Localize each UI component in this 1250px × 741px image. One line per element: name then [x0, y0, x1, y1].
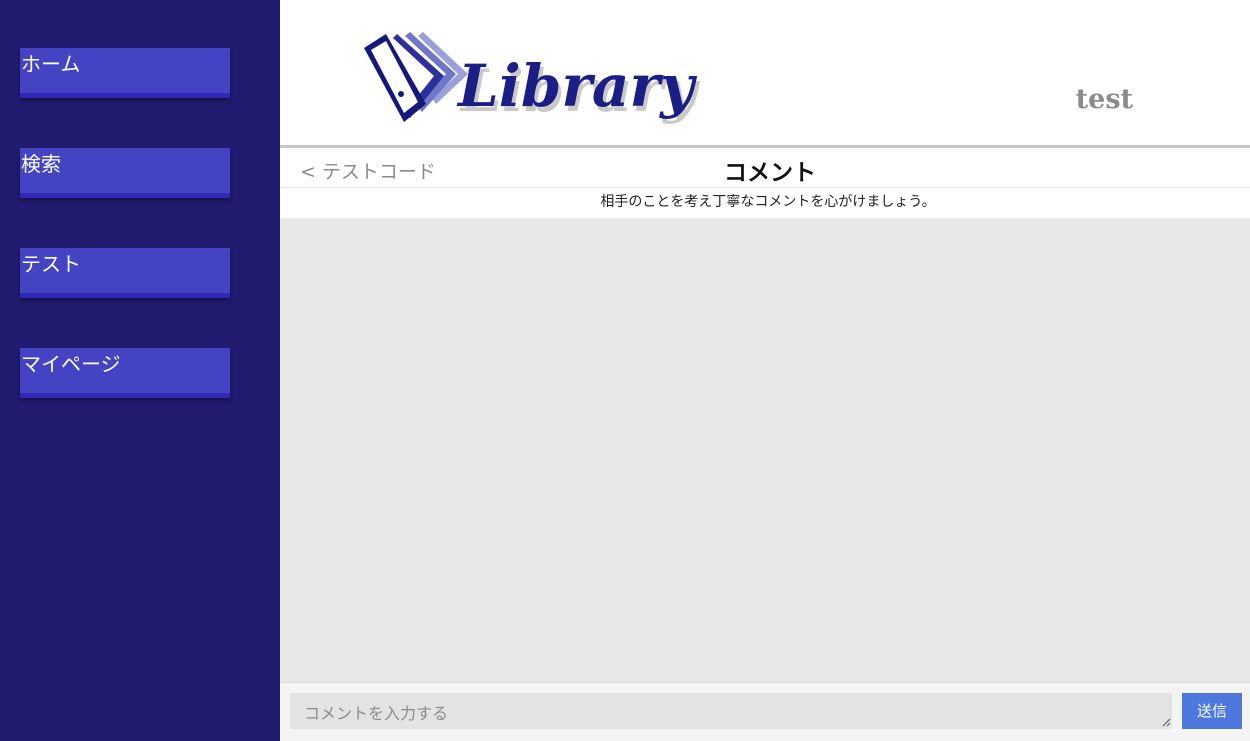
comment-input[interactable]: [290, 693, 1172, 729]
logo-text: Library: [456, 52, 698, 120]
page-title: コメント: [724, 160, 816, 186]
sidebar-item-label: マイページ: [21, 352, 121, 376]
comment-toolbar: < テストコード コメント: [280, 148, 1250, 188]
send-button[interactable]: 送信: [1182, 693, 1242, 729]
comment-form: 送信: [280, 682, 1250, 741]
resize-handle-icon[interactable]: [1162, 718, 1171, 727]
page-header: Library Library test: [280, 0, 1250, 145]
sidebar-item-search[interactable]: 検索: [20, 148, 230, 198]
sidebar-item-label: 検索: [21, 152, 61, 176]
sidebar-item-test[interactable]: テスト: [20, 248, 230, 298]
book-pages-icon: [364, 32, 468, 122]
library-logo[interactable]: Library Library: [360, 26, 710, 130]
sidebar-item-home[interactable]: ホーム: [20, 48, 230, 98]
sidebar-item-mypage[interactable]: マイページ: [20, 348, 230, 398]
sidebar-item-label: テスト: [21, 252, 81, 276]
comment-list[interactable]: [280, 218, 1250, 682]
sidebar: ホーム 検索 テスト マイページ: [0, 0, 280, 741]
sidebar-item-label: ホーム: [21, 52, 81, 76]
username-label[interactable]: test: [1076, 84, 1133, 115]
comment-guideline: 相手のことを考え丁寧なコメントを心がけましょう。: [280, 188, 1250, 218]
